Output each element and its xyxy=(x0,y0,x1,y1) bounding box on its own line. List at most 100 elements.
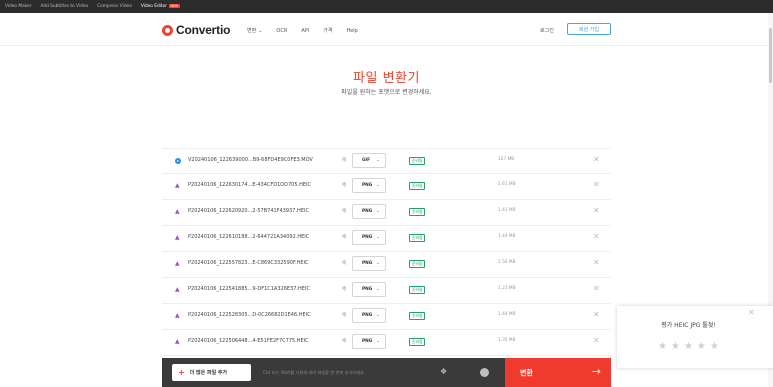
file-name: P20240106_122620920...2-57B741F43937.HEI… xyxy=(188,208,309,214)
scrollbar-thumb[interactable] xyxy=(769,28,772,83)
file-row: ▲ P20240106_122557823...E-C869C332590F.H… xyxy=(162,252,611,278)
add-more-files-button[interactable]: + 더 많은 파일 추가 xyxy=(172,364,251,381)
format-select[interactable]: PNG ⌄ xyxy=(352,230,386,245)
status-badge: 준비됨 xyxy=(409,234,426,242)
file-name: P20240106_122610188...2-644721A34092.HEI… xyxy=(188,234,310,240)
format-select[interactable]: PNG ⌄ xyxy=(352,256,386,271)
status-badge: 준비됨 xyxy=(409,260,426,268)
video-file-icon xyxy=(175,158,181,164)
signup-button[interactable]: 회원 가입 xyxy=(567,23,611,35)
image-file-icon: ▲ xyxy=(175,234,180,241)
file-size: 1.35 MB xyxy=(498,338,516,343)
image-file-icon: ▲ xyxy=(175,208,180,215)
status-badge: 준비됨 xyxy=(409,182,426,190)
format-value: PNG xyxy=(362,261,373,266)
chevron-down-icon: ⌄ xyxy=(375,286,380,292)
file-row: V20240106_122639000...B9-68FD4E9C0FE3.MO… xyxy=(162,148,611,174)
file-size: 1.61 MB xyxy=(498,182,516,187)
dropbox-icon[interactable]: ❖ xyxy=(440,368,447,376)
format-select[interactable]: GIF ⌄ xyxy=(352,153,386,168)
file-name: P20240106_122528305...D-0C26682D1E46.HEI… xyxy=(188,312,311,318)
image-file-icon: ▲ xyxy=(175,286,180,293)
image-file-icon: ▲ xyxy=(175,338,180,345)
file-name: V20240106_122639000...B9-68FD4E9C0FE3.MO… xyxy=(188,157,313,163)
file-row: ▲ P20240106_122620920...2-57B741F43937.H… xyxy=(162,200,611,226)
star-icon[interactable]: ★ xyxy=(671,342,680,352)
format-select[interactable]: PNG ⌄ xyxy=(352,308,386,323)
remove-file-close-icon[interactable]: ✕ xyxy=(593,336,600,346)
to-label: 에 xyxy=(342,287,347,292)
rating-title: 평가 HEIC JPG 툴젖! xyxy=(661,322,716,329)
star-icon[interactable]: ★ xyxy=(697,342,706,352)
topbar-link-video-maker[interactable]: Video Maker xyxy=(5,4,32,9)
login-link[interactable]: 로그인 xyxy=(540,27,554,34)
logo[interactable]: Convertio xyxy=(162,23,230,37)
chevron-down-icon: ⌄ xyxy=(375,312,380,318)
format-select[interactable]: PNG ⌄ xyxy=(352,282,386,297)
rating-popup: ✕ 평가 HEIC JPG 툴젖! ★ ★ ★ ★ ★ xyxy=(617,306,773,368)
remove-file-close-icon[interactable]: ✕ xyxy=(593,310,600,320)
file-name: P20240106_122506448...4-E51FE2F7C775.HEI… xyxy=(188,338,309,344)
chevron-down-icon: ⌄ xyxy=(258,28,263,34)
logo-text: Convertio xyxy=(176,23,231,37)
main-nav: 변환 ⌄ OCR API 가격 Help xyxy=(247,27,358,35)
chevron-down-icon: ⌄ xyxy=(375,182,380,188)
file-row: ▲ P20240106_122630174...E-434CFD1DD705.H… xyxy=(162,174,611,200)
action-bar: + 더 많은 파일 추가 Ctrl 또는 Shift를 사용해 여러 파일을 한 … xyxy=(162,358,611,387)
chevron-down-icon: ⌄ xyxy=(375,208,380,214)
file-row: ▲ P20240106_122528305...D-0C26682D1E46.H… xyxy=(162,304,611,330)
to-label: 에 xyxy=(342,339,347,344)
file-size: 1.44 MB xyxy=(498,234,516,239)
remove-file-close-icon[interactable]: ✕ xyxy=(593,206,600,216)
nav-item-help[interactable]: Help xyxy=(346,28,357,34)
to-label: 에 xyxy=(342,209,347,214)
format-select[interactable]: PNG ⌄ xyxy=(352,178,386,193)
status-badge: 준비됨 xyxy=(409,338,426,346)
format-value: PNG xyxy=(362,183,373,188)
file-row: ▲ P20240106_122506448...4-E51FE2F7C775.H… xyxy=(162,330,611,356)
image-file-icon: ▲ xyxy=(175,312,180,319)
file-name: P20240106_122557823...E-C869C332590F.HEI… xyxy=(188,260,309,266)
nav-item-pricing[interactable]: 가격 xyxy=(323,27,332,34)
star-icon[interactable]: ★ xyxy=(710,342,719,352)
remove-file-close-icon[interactable]: ✕ xyxy=(593,232,600,242)
status-badge: 준비됨 xyxy=(409,312,426,320)
star-icon[interactable]: ★ xyxy=(658,342,667,352)
star-rating[interactable]: ★ ★ ★ ★ ★ xyxy=(658,342,719,352)
plus-icon: + xyxy=(178,367,185,377)
convert-button[interactable]: 변환 → xyxy=(505,358,611,387)
file-row: ▲ P20240106_122541885...9-DF1C1A326E37.H… xyxy=(162,278,611,304)
nav-item-api[interactable]: API xyxy=(301,28,309,34)
multi-select-hint: Ctrl 또는 Shift를 사용해 여러 파일을 한 번에 추가하세요. xyxy=(263,370,366,375)
nav-item-ocr[interactable]: OCR xyxy=(276,28,287,34)
file-size: 127 MB xyxy=(498,157,515,162)
to-label: 에 xyxy=(342,235,347,240)
topbar-link-video-editor[interactable]: Video Editor NEW xyxy=(141,4,180,9)
remove-file-close-icon[interactable]: ✕ xyxy=(593,258,600,268)
image-file-icon: ▲ xyxy=(175,260,180,267)
remove-file-close-icon[interactable]: ✕ xyxy=(593,180,600,190)
format-select[interactable]: PNG ⌄ xyxy=(352,204,386,219)
remove-file-close-icon[interactable]: ✕ xyxy=(593,155,600,165)
page-subtitle: 파일을 원하는 포맷으로 변경하세요. xyxy=(341,89,432,96)
nav-item-convert[interactable]: 변환 ⌄ xyxy=(247,27,262,34)
format-value: PNG xyxy=(362,287,373,292)
file-name: P20240106_122630174...E-434CFD1DD705.HEI… xyxy=(188,182,311,188)
file-size: 1.44 MB xyxy=(498,312,516,317)
add-more-files-label: 더 많은 파일 추가 xyxy=(189,370,228,376)
remove-file-close-icon[interactable]: ✕ xyxy=(593,284,600,294)
topbar-link-compress-video[interactable]: Compress Video xyxy=(97,4,132,9)
chevron-down-icon: ⌄ xyxy=(375,157,380,163)
star-icon[interactable]: ★ xyxy=(684,342,693,352)
to-label: 에 xyxy=(342,183,347,188)
arrow-right-icon: → xyxy=(591,365,601,378)
google-drive-icon[interactable] xyxy=(480,368,489,377)
format-select[interactable]: PNG ⌄ xyxy=(352,334,386,349)
format-value: PNG xyxy=(362,235,373,240)
file-row: ▲ P20240106_122610188...2-644721A34092.H… xyxy=(162,226,611,252)
status-badge: 준비됨 xyxy=(409,157,426,165)
close-icon[interactable]: ✕ xyxy=(748,308,755,317)
page-title: 파일 변환기 xyxy=(353,71,420,86)
topbar-link-add-subtitles[interactable]: Add Subtitles to Video xyxy=(41,4,89,9)
format-value: PNG xyxy=(362,209,373,214)
